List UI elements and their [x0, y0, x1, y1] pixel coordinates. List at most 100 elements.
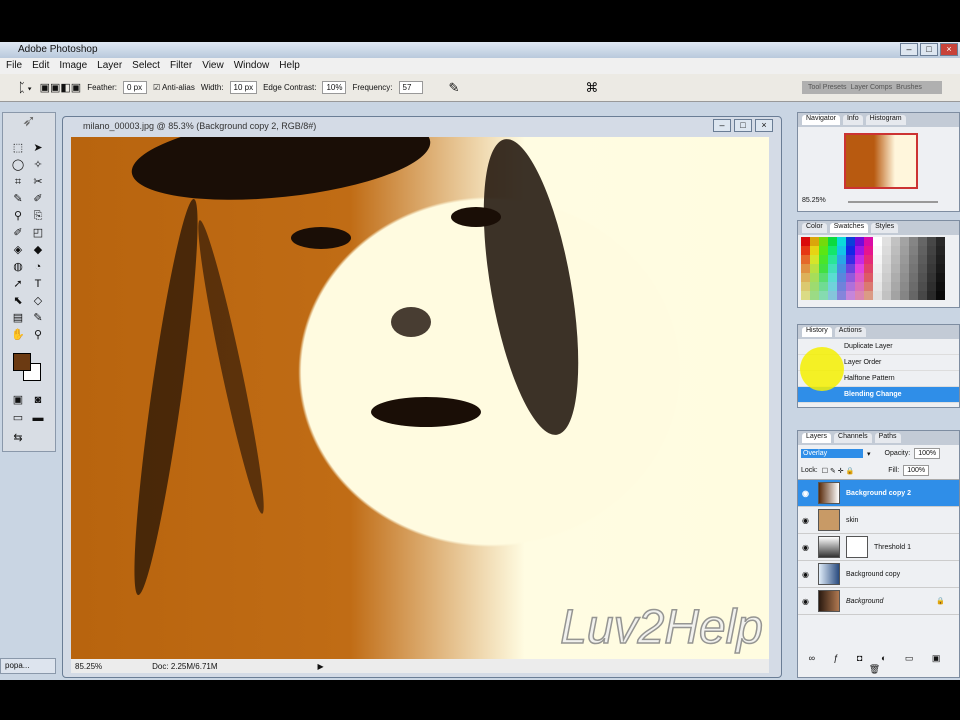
tool-icon[interactable]: ➚ — [11, 277, 25, 291]
color-swatch[interactable] — [936, 255, 945, 264]
minimized-document[interactable]: popa... — [0, 658, 56, 674]
color-swatch[interactable] — [900, 291, 909, 300]
tool-icon[interactable]: ◰ — [31, 226, 45, 240]
doc-maximize-button[interactable]: □ — [734, 119, 752, 132]
color-swatch[interactable] — [810, 291, 819, 300]
tab-layers[interactable]: Layers — [802, 433, 832, 443]
color-swatch[interactable] — [828, 264, 837, 273]
tool-icon[interactable]: ◈ — [11, 243, 25, 257]
tool-icon[interactable]: ✂ — [31, 175, 45, 189]
color-swatch[interactable] — [846, 255, 855, 264]
eye-icon[interactable]: ◉ — [802, 489, 812, 498]
tool-icon[interactable]: ✋ — [11, 328, 25, 342]
color-swatch[interactable] — [882, 282, 891, 291]
tool-icon[interactable]: ⬚ — [11, 141, 25, 155]
color-swatch[interactable] — [855, 282, 864, 291]
layers-footer-buttons[interactable]: ∞ ƒ ◘ ◐ ▭ ▣ 🗑 — [798, 653, 959, 675]
color-swatch[interactable] — [864, 237, 873, 246]
layer-row[interactable]: ◉ Background copy 2 — [798, 480, 959, 507]
eye-icon[interactable]: ◉ — [802, 570, 812, 579]
zoom-level[interactable]: 85.25% — [75, 662, 102, 671]
tool-icon[interactable]: ✧ — [31, 158, 45, 172]
tool-icon[interactable]: ⬉ — [11, 294, 25, 308]
tab-channels[interactable]: Channels — [834, 433, 872, 443]
color-swatch[interactable] — [801, 255, 810, 264]
color-swatch[interactable] — [909, 291, 918, 300]
layer-row[interactable]: ◉ skin — [798, 507, 959, 534]
color-swatch[interactable] — [828, 237, 837, 246]
color-swatch[interactable] — [936, 273, 945, 282]
eye-icon[interactable]: ◉ — [802, 516, 812, 525]
color-swatch[interactable] — [810, 255, 819, 264]
color-swatch[interactable] — [882, 246, 891, 255]
frequency-input[interactable]: 57 — [398, 81, 423, 94]
well-layer-comps[interactable]: Layer Comps — [851, 84, 893, 91]
color-swatch[interactable] — [900, 255, 909, 264]
color-swatch[interactable] — [909, 246, 918, 255]
tool-icon[interactable]: ⌗ — [11, 175, 25, 189]
color-swatch[interactable] — [918, 291, 927, 300]
quickmask-mode-icon[interactable]: ◙ — [31, 393, 45, 407]
tab-swatches[interactable]: Swatches — [829, 223, 869, 233]
maximize-button[interactable]: □ — [920, 43, 938, 56]
color-swatch[interactable] — [900, 282, 909, 291]
tab-styles[interactable]: Styles — [871, 223, 899, 233]
eye-icon[interactable]: ◉ — [802, 543, 812, 552]
color-swatch[interactable] — [819, 246, 828, 255]
color-swatch[interactable] — [936, 282, 945, 291]
color-swatch[interactable] — [810, 246, 819, 255]
color-swatch[interactable] — [819, 255, 828, 264]
color-swatch[interactable] — [819, 282, 828, 291]
color-swatch[interactable] — [873, 237, 882, 246]
layer-row[interactable]: ◉ Threshold 1 — [798, 534, 959, 561]
tab-history[interactable]: History — [802, 327, 832, 337]
jump-to-imageready-icon[interactable]: ⇆ — [11, 431, 25, 445]
menu-view[interactable]: View — [202, 60, 224, 72]
color-swatch[interactable] — [936, 264, 945, 273]
color-swatch[interactable] — [909, 237, 918, 246]
navigator-zoom[interactable]: 85.25% — [802, 197, 826, 204]
menu-filter[interactable]: Filter — [170, 60, 192, 72]
minimize-button[interactable]: – — [900, 43, 918, 56]
tool-icon[interactable]: ⚲ — [31, 328, 45, 342]
tab-navigator[interactable]: Navigator — [802, 115, 840, 125]
tool-icon[interactable]: ◍ — [11, 260, 25, 274]
tool-icon[interactable]: ⚲ — [11, 209, 25, 223]
color-swatch[interactable] — [918, 246, 927, 255]
color-swatch[interactable] — [864, 255, 873, 264]
close-button[interactable]: × — [940, 43, 958, 56]
menu-layer[interactable]: Layer — [97, 60, 122, 72]
color-swatch[interactable] — [882, 291, 891, 300]
color-swatch[interactable] — [909, 273, 918, 282]
blend-mode-select[interactable]: Overlay — [801, 449, 863, 458]
color-swatch[interactable] — [801, 282, 810, 291]
color-swatch[interactable] — [900, 237, 909, 246]
color-swatch[interactable] — [846, 264, 855, 273]
edge-contrast-input[interactable]: 10% — [322, 81, 347, 94]
navigator-zoom-slider[interactable] — [848, 201, 938, 203]
color-swatch[interactable] — [828, 291, 837, 300]
color-swatch[interactable] — [927, 255, 936, 264]
color-swatch[interactable] — [801, 246, 810, 255]
color-swatch[interactable] — [855, 264, 864, 273]
tool-icon[interactable]: ✐ — [31, 192, 45, 206]
color-swatch[interactable] — [846, 282, 855, 291]
color-swatch[interactable] — [855, 273, 864, 282]
color-swatch[interactable] — [828, 246, 837, 255]
color-swatch[interactable] — [891, 246, 900, 255]
image-canvas[interactable]: Luv2Help — [71, 137, 769, 659]
tool-icon[interactable]: ▤ — [11, 311, 25, 325]
color-swatch[interactable] — [909, 264, 918, 273]
doc-close-button[interactable]: × — [755, 119, 773, 132]
color-swatch[interactable] — [810, 264, 819, 273]
eye-icon[interactable]: ◉ — [802, 597, 812, 606]
color-swatch[interactable] — [918, 273, 927, 282]
feather-input[interactable]: 0 px — [122, 81, 147, 94]
color-swatch[interactable] — [837, 264, 846, 273]
tool-icon[interactable]: ✎ — [31, 311, 45, 325]
fullscreen-mode-icon[interactable]: ▬ — [31, 411, 45, 425]
lock-icons[interactable]: ☐ ✎ ✛ 🔒 — [822, 467, 855, 475]
color-swatch[interactable] — [801, 237, 810, 246]
color-swatch[interactable] — [891, 282, 900, 291]
color-swatch[interactable] — [864, 291, 873, 300]
